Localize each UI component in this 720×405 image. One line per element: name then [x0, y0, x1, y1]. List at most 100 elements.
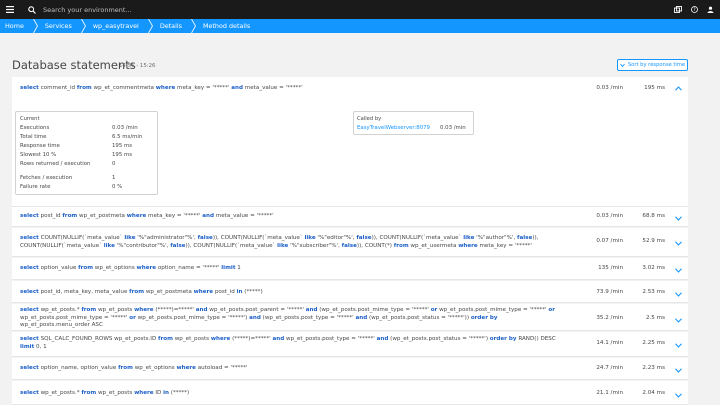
- sql-text: '%"administrator"%',: [135, 235, 198, 241]
- detail-label: Response time: [20, 143, 60, 149]
- sql-keyword: where: [155, 85, 176, 91]
- chevron-down-icon[interactable]: [673, 238, 683, 248]
- statement-response-time: 52.9 ms: [642, 238, 665, 244]
- detail-value: 195 ms: [112, 143, 133, 149]
- statement-row[interactable]: select wp_et_posts.* from wp_et_posts wh…: [12, 381, 688, 405]
- sql-text: post_id: [38, 213, 63, 219]
- menu-icon[interactable]: [0, 0, 19, 19]
- sql-keyword: from: [62, 213, 78, 219]
- statement-rate: 0.07 /min: [596, 238, 623, 244]
- called-by-link[interactable]: EasyTravelWebserver:8079: [357, 125, 430, 131]
- sql-keyword: like: [277, 242, 289, 249]
- sql-text: wp_et_usermeta: [408, 242, 459, 249]
- details-panel: Current Executions 0.03 /min Total time 6.…: [15, 111, 158, 195]
- sql-keyword: false: [517, 235, 533, 241]
- sql-keyword: where: [126, 213, 147, 219]
- sql-text: wp_et_posts: [172, 336, 211, 342]
- sql-text: wp_et_options: [132, 365, 177, 371]
- sql-keyword: from: [393, 242, 409, 249]
- called-by-title: Called by: [357, 116, 382, 122]
- chevron-down-icon[interactable]: [673, 340, 683, 350]
- sql-keyword: false: [197, 235, 213, 241]
- statement-row[interactable]: select option_name, option_value from wp…: [12, 358, 688, 380]
- sql-keyword: like: [304, 235, 316, 241]
- sql-keyword: from: [129, 289, 145, 295]
- sql-text: option_name = '*****': [156, 265, 222, 271]
- detail-label: Slowest 10 %: [20, 152, 57, 158]
- sql-statement: select wp_et_posts.* from wp_et_posts wh…: [20, 390, 560, 398]
- statement-rate: 14.1 /min: [596, 340, 623, 346]
- statement-rate: 24.7 /min: [596, 365, 623, 371]
- sql-text: post_id: [213, 289, 237, 295]
- sql-keyword: from: [81, 307, 97, 313]
- breadcrumb-services[interactable]: Services: [39, 19, 81, 33]
- sql-text: wp_et_postmeta: [144, 289, 194, 295]
- detail-value: 0 %: [112, 184, 123, 190]
- detail-value: 195 ms: [112, 152, 133, 158]
- statement-response-time: 2.04 ms: [642, 390, 665, 396]
- statement-row[interactable]: select wp_et_posts.* from wp_et_posts wh…: [12, 304, 688, 331]
- sql-keyword: limit: [221, 265, 236, 271]
- statement-row[interactable]: select SQL_CALC_FOUND_ROWS wp_et_posts.I…: [12, 332, 688, 357]
- sql-keyword: and: [195, 307, 208, 313]
- sql-text: post_id, meta_key, meta_value: [38, 289, 130, 295]
- search-input[interactable]: [43, 5, 293, 14]
- sql-statement: select wp_et_posts.* from wp_et_posts wh…: [20, 307, 560, 330]
- sql-statement: select comment_id from wp_et_commentmeta…: [20, 85, 560, 93]
- sql-keyword: where: [134, 307, 154, 313]
- sql-keyword: and: [355, 314, 368, 321]
- breadcrumb-service[interactable]: wp_easytravel: [87, 19, 148, 33]
- statement-row[interactable]: select option_value from wp_et_options w…: [12, 258, 688, 280]
- sql-text: wp_et_posts.post_mime_type = '*****': [20, 314, 130, 321]
- chevron-up-icon[interactable]: [673, 83, 683, 93]
- sort-by-response-time-button[interactable]: Sort by response time: [617, 59, 688, 71]
- sql-text: )), COUNT(NULLIF(`meta_value`: [371, 235, 464, 241]
- sql-keyword: select: [20, 289, 39, 295]
- chevron-down-icon[interactable]: [673, 213, 683, 223]
- sql-keyword: false: [356, 235, 372, 241]
- sql-text: '%"contributor"%',: [114, 242, 171, 249]
- statement-row[interactable]: select COUNT(NULLIF(`meta_value` like '%…: [12, 228, 688, 257]
- sql-keyword: where: [136, 265, 157, 271]
- sql-keyword: select: [20, 265, 39, 271]
- statement-rate: 135 /min: [598, 265, 623, 271]
- top-bar: ?: [0, 0, 720, 19]
- breadcrumb-details[interactable]: Details: [154, 19, 191, 33]
- chevron-down-icon[interactable]: [673, 365, 683, 375]
- sql-text: )), COUNT(NULLIF(`meta_value`: [185, 242, 278, 249]
- chevron-down-icon[interactable]: [673, 390, 683, 400]
- detail-value: 0: [112, 161, 116, 167]
- sql-text: wp_et_options: [93, 265, 137, 271]
- sql-text: wp_et_posts.*: [38, 390, 82, 396]
- sql-keyword: and: [231, 85, 243, 91]
- chevron-down-icon[interactable]: [673, 315, 683, 325]
- sql-text: )), COUNT(*): [356, 242, 394, 249]
- details-title: Current: [20, 116, 40, 122]
- breadcrumb-method-details[interactable]: Method details: [197, 19, 259, 33]
- sql-text: comment_id: [38, 85, 77, 91]
- sql-keyword: select: [20, 307, 39, 313]
- sql-keyword: from: [78, 265, 94, 271]
- statement-row[interactable]: select post_id, meta_key, meta_value fro…: [12, 281, 688, 303]
- sql-text: meta_value = '*****': [242, 85, 303, 91]
- sql-keyword: where: [134, 390, 154, 396]
- statement-row[interactable]: select post_id from wp_et_postmeta where…: [12, 207, 688, 227]
- windows-icon[interactable]: [674, 6, 682, 13]
- sql-keyword: from: [81, 390, 97, 396]
- detail-value: 6.5 ms/min: [112, 134, 143, 140]
- help-icon[interactable]: ?: [691, 6, 698, 13]
- breadcrumb-home[interactable]: Home: [0, 19, 33, 33]
- sql-keyword: or: [548, 307, 555, 313]
- sql-text: wp_et_posts.post_mime_type = '*****'): [135, 314, 250, 321]
- sql-keyword: from: [76, 85, 92, 91]
- chevron-down-icon[interactable]: [673, 289, 683, 299]
- sql-text: (*****)=*****': [230, 336, 273, 342]
- user-icon[interactable]: [707, 6, 714, 13]
- sql-text: wp_et_posts: [96, 390, 135, 396]
- sql-keyword: order by: [470, 314, 498, 321]
- detail-label: Failure rate: [20, 184, 51, 190]
- timeframe: 14:56 - 15:26: [119, 63, 156, 69]
- chevron-down-icon[interactable]: [673, 265, 683, 275]
- sql-statement: select SQL_CALC_FOUND_ROWS wp_et_posts.I…: [20, 336, 560, 351]
- sql-keyword: select: [20, 390, 39, 396]
